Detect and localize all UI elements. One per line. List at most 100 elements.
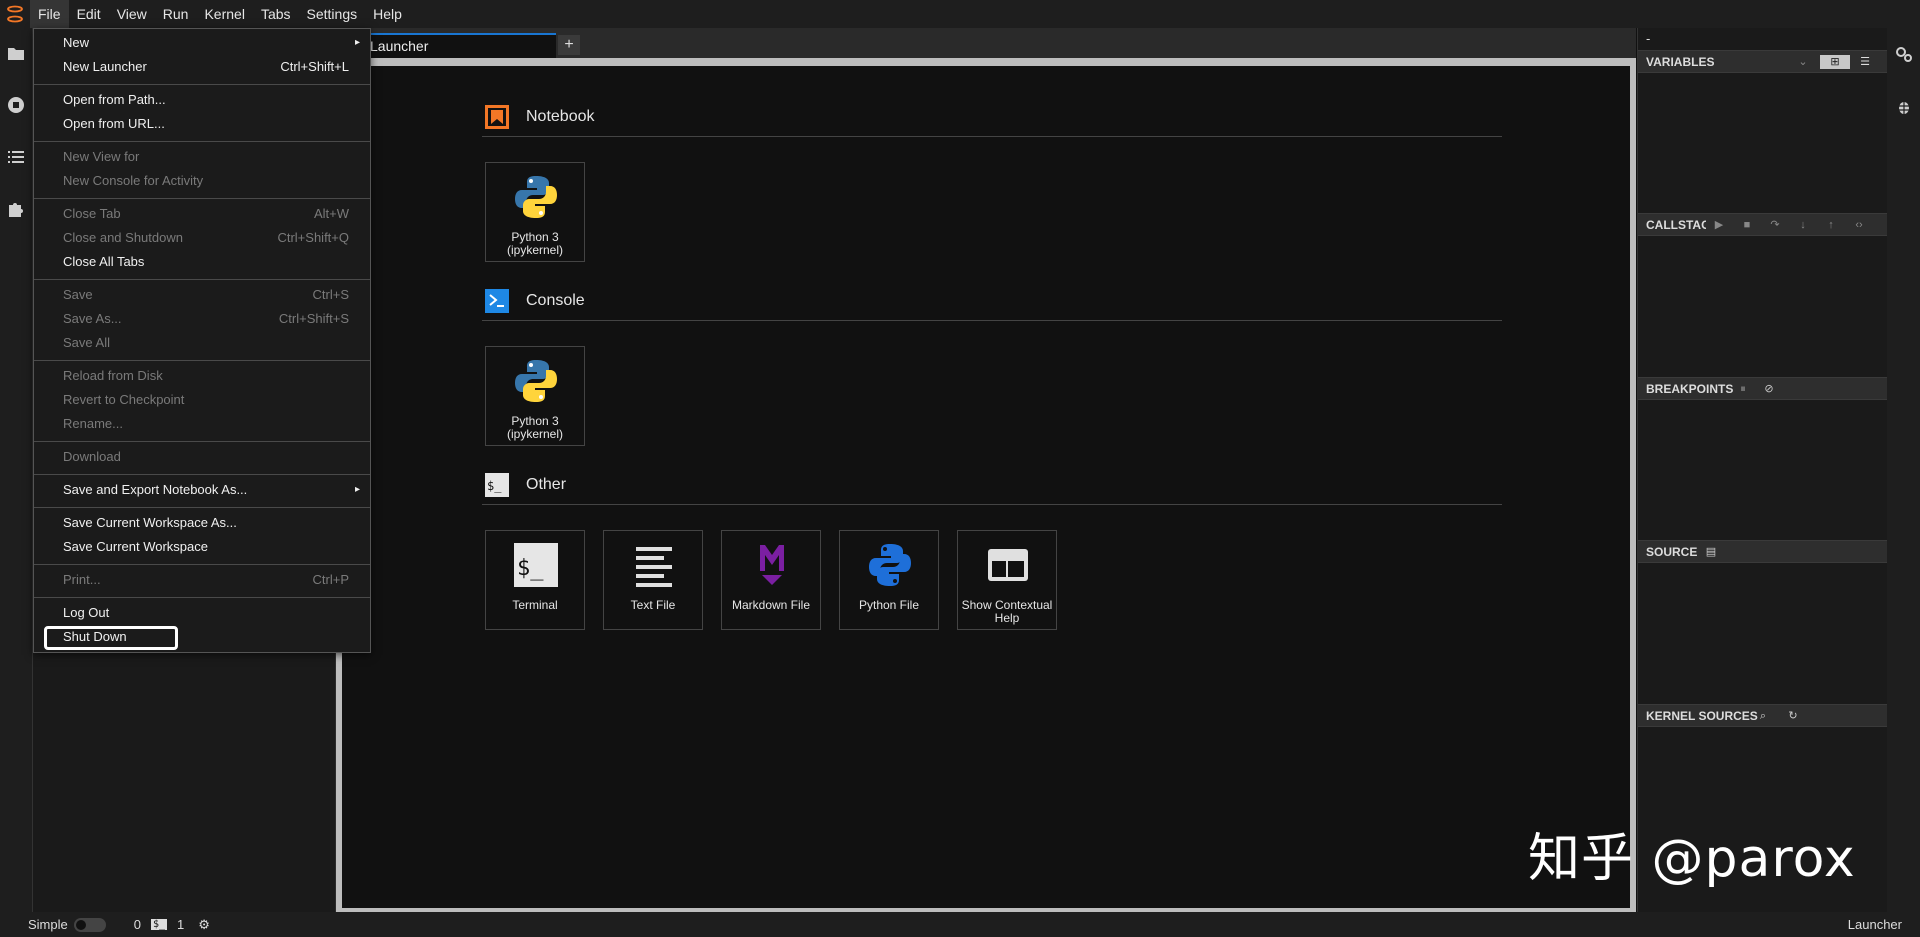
menu-help[interactable]: Help xyxy=(365,0,410,28)
new-tab-button[interactable]: + xyxy=(558,35,580,55)
menu-separator xyxy=(34,141,370,142)
file-menu-rename[interactable]: Rename... xyxy=(34,412,370,436)
launcher-section-notebook: Notebook xyxy=(482,102,1502,137)
launcher-card-contextual-help[interactable]: Show Contextual Help xyxy=(957,530,1057,630)
simple-mode-toggle[interactable] xyxy=(73,917,106,932)
table-view-icon[interactable]: ☰ xyxy=(1858,55,1872,69)
menu-separator xyxy=(34,198,370,199)
file-menu-save-as[interactable]: Save As... Ctrl+Shift+S xyxy=(34,307,370,331)
menu-item-label: Open from URL... xyxy=(63,116,165,131)
launcher-card-console-python3[interactable]: Python 3 (ipykernel) xyxy=(485,346,585,446)
list-icon[interactable] xyxy=(5,146,27,168)
launcher-card-text-file[interactable]: Text File xyxy=(603,530,703,630)
console-icon xyxy=(484,288,510,314)
file-menu-new-launcher[interactable]: New Launcher Ctrl+Shift+L xyxy=(34,55,370,79)
refresh-icon[interactable]: ↻ xyxy=(1786,709,1800,723)
search-icon[interactable]: ⌕ xyxy=(1756,709,1770,723)
file-menu-save-all[interactable]: Save All xyxy=(34,331,370,355)
kernel-count: 0 xyxy=(133,917,141,932)
file-menu-close-tab[interactable]: Close Tab Alt+W xyxy=(34,202,370,226)
step-in-icon[interactable]: ↓ xyxy=(1796,218,1810,232)
menu-item-label: Open from Path... xyxy=(63,92,166,107)
tree-view-icon[interactable]: ⊞ xyxy=(1820,55,1850,69)
menu-item-label: Save xyxy=(63,287,93,302)
launcher-card-notebook-python3[interactable]: Python 3 (ipykernel) xyxy=(485,162,585,262)
stop-circle-icon[interactable] xyxy=(5,94,27,116)
menu-shortcut: Ctrl+P xyxy=(312,572,349,587)
menu-separator xyxy=(34,507,370,508)
file-menu-save-workspace[interactable]: Save Current Workspace xyxy=(34,535,370,559)
file-menu-log-out[interactable]: Log Out xyxy=(34,601,370,625)
menu-item-label: New xyxy=(63,35,90,50)
source-title: SOURCE xyxy=(1646,545,1698,559)
menu-item-label: Download xyxy=(63,449,121,464)
shut-down-highlight xyxy=(44,626,178,650)
folder-icon[interactable] xyxy=(5,42,27,64)
evaluate-icon[interactable]: ‹› xyxy=(1852,218,1866,232)
open-source-icon[interactable]: ▤ xyxy=(1704,545,1718,559)
menu-item-label: Save All xyxy=(63,335,110,350)
launcher-card-python-file[interactable]: Python File xyxy=(839,530,939,630)
menu-kernel[interactable]: Kernel xyxy=(196,0,252,28)
terminal-count: 1 xyxy=(177,917,185,932)
launcher-card-markdown-file[interactable]: Markdown File xyxy=(721,530,821,630)
continue-icon[interactable]: ▶ xyxy=(1712,218,1726,232)
menu-separator xyxy=(34,474,370,475)
file-menu-print[interactable]: Print... Ctrl+P xyxy=(34,568,370,592)
menu-view[interactable]: View xyxy=(109,0,155,28)
kernel-status-icon[interactable]: ⚙ xyxy=(198,917,210,933)
breakpoints-title: BREAKPOINTS xyxy=(1646,382,1734,396)
gears-icon[interactable] xyxy=(1893,44,1915,66)
active-tab-label: Launcher xyxy=(1847,917,1902,932)
card-label: Show Contextual Help xyxy=(961,598,1053,625)
main-area: Launcher + Notebook Python 3 (ipykernel)… xyxy=(336,28,1636,912)
launcher-card-terminal[interactable]: $_ Terminal xyxy=(485,530,585,630)
menu-tabs[interactable]: Tabs xyxy=(253,0,299,28)
left-sidebar xyxy=(0,28,33,912)
menu-run[interactable]: Run xyxy=(155,0,197,28)
file-menu-download[interactable]: Download xyxy=(34,445,370,469)
breakpoints-header: BREAKPOINTS ⏸ ⊘ xyxy=(1638,377,1887,400)
card-label: Python 3 (ipykernel) xyxy=(506,414,563,441)
menu-separator xyxy=(34,564,370,565)
file-menu-open-from-path[interactable]: Open from Path... xyxy=(34,88,370,112)
status-bar: Simple 0 $_ 1 ⚙ Launcher xyxy=(0,912,1920,937)
file-menu-close-all-tabs[interactable]: Close All Tabs xyxy=(34,250,370,274)
menu-separator xyxy=(34,597,370,598)
stop-icon[interactable]: ■ xyxy=(1740,218,1754,232)
jupyter-logo-icon xyxy=(0,0,30,28)
file-menu-new-view[interactable]: New View for xyxy=(34,145,370,169)
watermark: 知乎 @parox xyxy=(1528,829,1856,889)
menu-item-label: Save As... xyxy=(63,311,122,326)
step-over-icon[interactable]: ↷ xyxy=(1768,218,1782,232)
remove-breakpoints-icon[interactable]: ⊘ xyxy=(1762,382,1776,396)
menu-settings[interactable]: Settings xyxy=(299,0,366,28)
file-menu-new-console[interactable]: New Console for Activity xyxy=(34,169,370,193)
menu-file[interactable]: File xyxy=(30,0,69,28)
file-menu-save-and-export[interactable]: Save and Export Notebook As... ▸ xyxy=(34,478,370,502)
file-menu-open-from-url[interactable]: Open from URL... xyxy=(34,112,370,136)
menu-item-label: New Console for Activity xyxy=(63,173,204,188)
source-header: SOURCE ▤ xyxy=(1638,540,1887,563)
card-label: Markdown File xyxy=(731,598,811,612)
menu-item-label: Close All Tabs xyxy=(63,254,145,269)
menu-separator xyxy=(34,84,370,85)
card-label: Python 3 (ipykernel) xyxy=(506,230,563,257)
step-out-icon[interactable]: ↑ xyxy=(1824,218,1838,232)
pause-on-exception-icon[interactable]: ⏸ xyxy=(1736,382,1750,396)
bug-icon[interactable] xyxy=(1893,96,1915,118)
file-menu-save[interactable]: Save Ctrl+S xyxy=(34,283,370,307)
notebook-icon xyxy=(484,104,510,130)
card-label: Text File xyxy=(630,598,676,612)
file-menu-revert-to-checkpoint[interactable]: Revert to Checkpoint xyxy=(34,388,370,412)
file-menu-reload-from-disk[interactable]: Reload from Disk xyxy=(34,364,370,388)
file-menu-close-and-shutdown[interactable]: Close and Shutdown Ctrl+Shift+Q xyxy=(34,226,370,250)
file-menu-save-workspace-as[interactable]: Save Current Workspace As... xyxy=(34,511,370,535)
text-file-icon xyxy=(630,541,678,589)
menu-edit[interactable]: Edit xyxy=(69,0,109,28)
puzzle-icon[interactable] xyxy=(5,198,27,220)
launcher-section-console: Console xyxy=(482,286,1502,321)
file-menu-new[interactable]: New ▸ xyxy=(34,31,370,55)
markdown-icon xyxy=(748,541,796,589)
chevron-down-icon[interactable]: ⌄ xyxy=(1796,55,1810,69)
